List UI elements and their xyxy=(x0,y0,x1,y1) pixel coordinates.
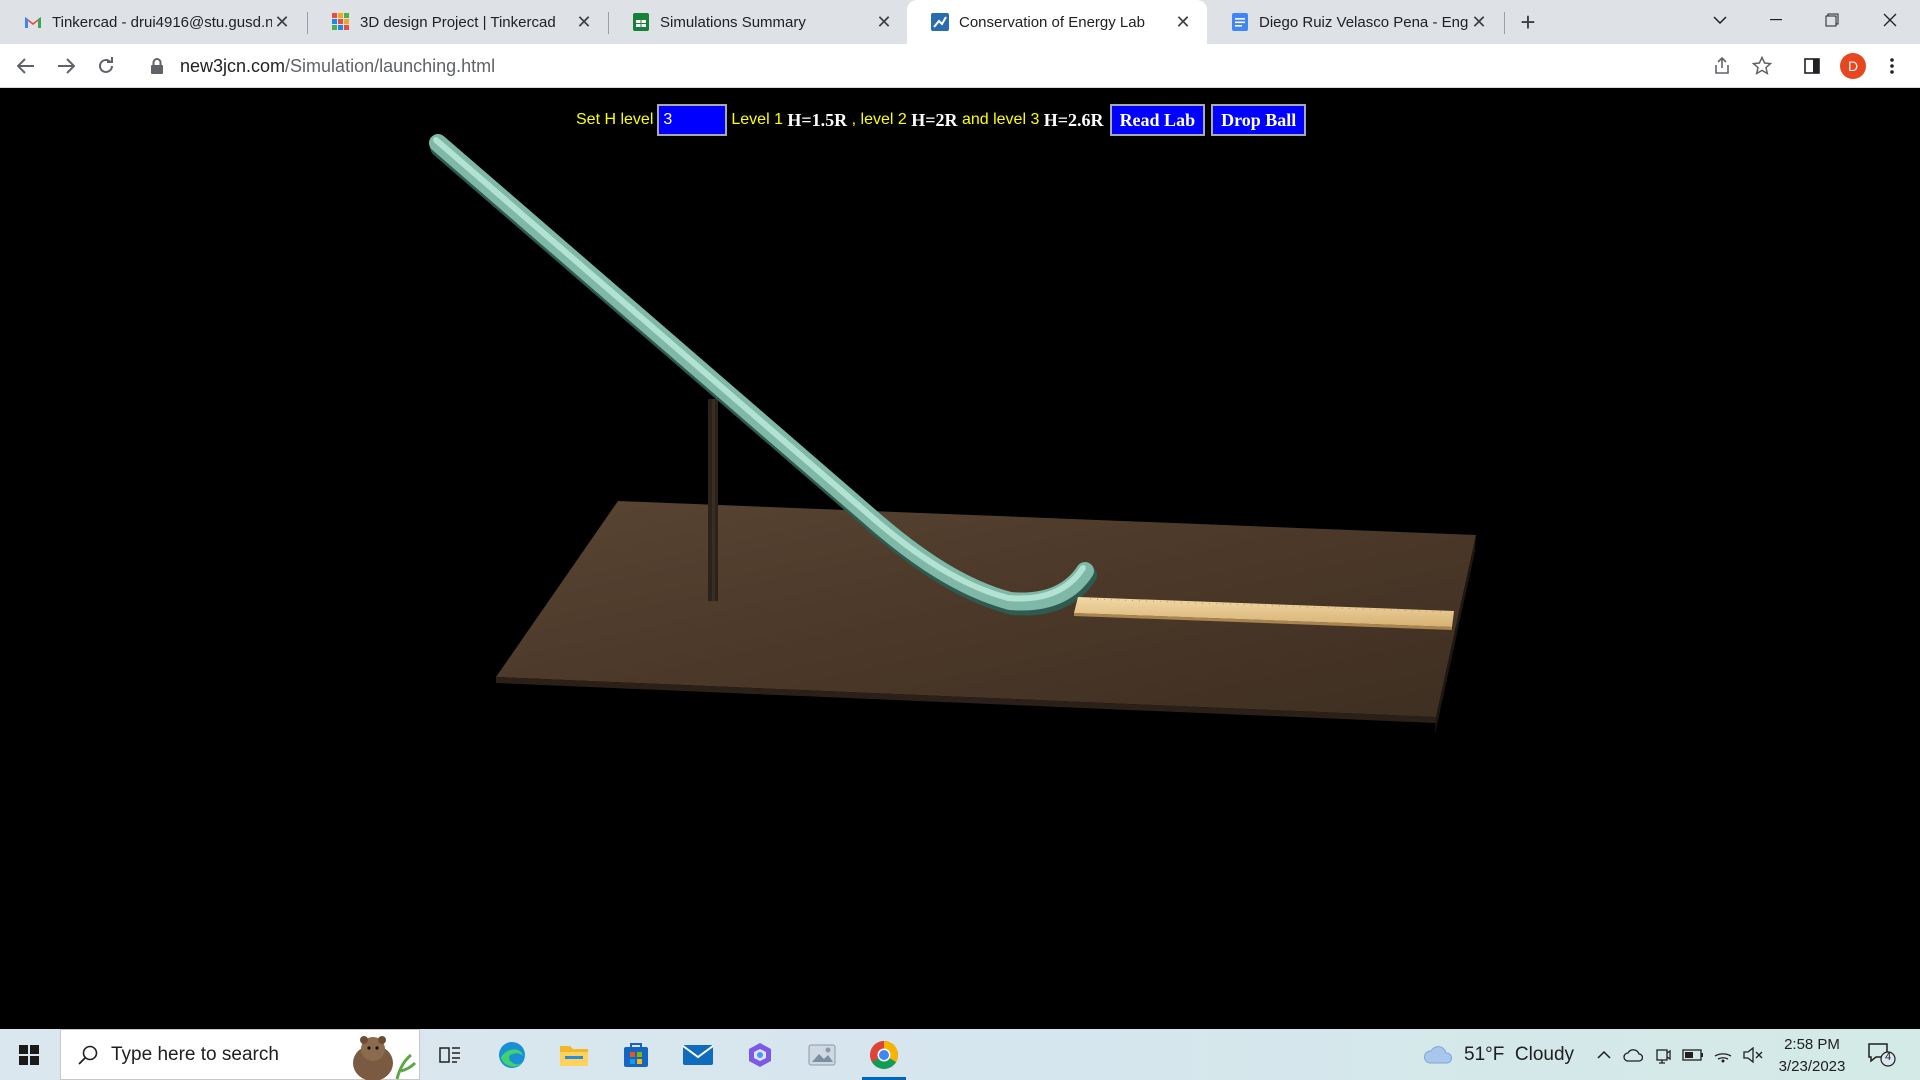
tab-title: Conservation of Energy Lab xyxy=(959,13,1145,31)
clock-time: 2:58 PM xyxy=(1784,1036,1840,1053)
back-button[interactable] xyxy=(10,50,42,82)
search-highlight-bear-icon xyxy=(353,1036,417,1080)
close-window-button[interactable] xyxy=(1862,0,1918,40)
level2-label: , level 2 xyxy=(851,111,907,128)
windows-start-button[interactable] xyxy=(0,1029,58,1080)
restore-button[interactable] xyxy=(1804,0,1860,40)
set-h-label: Set H level xyxy=(576,111,654,128)
tab-title: Simulations Summary xyxy=(660,13,806,31)
side-panel-icon[interactable] xyxy=(1798,52,1826,80)
simulation-page: Set H level Level 1 H=1.5R , level 2 H=2… xyxy=(0,89,1920,1029)
microsoft-store-icon[interactable] xyxy=(608,1029,664,1080)
new-tab-button[interactable]: + xyxy=(1514,7,1542,37)
speaker-muted-icon[interactable] xyxy=(1740,1029,1766,1080)
photos-app-icon[interactable] xyxy=(794,1029,850,1080)
search-placeholder: Type here to search xyxy=(111,1043,279,1065)
tab-separator xyxy=(1504,12,1505,34)
browser-toolbar: new3jcn.com/Simulation/launching.html D xyxy=(0,44,1920,88)
notification-center-button[interactable]: 4 xyxy=(1866,1041,1896,1067)
close-tab-icon[interactable]: ✕ xyxy=(1173,12,1193,32)
address-bar[interactable]: new3jcn.com/Simulation/launching.html xyxy=(136,48,1776,84)
level1-formula: H=1.5R xyxy=(787,109,848,130)
notification-count-badge: 4 xyxy=(1884,1051,1892,1063)
minimize-button[interactable] xyxy=(1748,0,1804,40)
tab-title: Tinkercad - drui4916@stu.gusd.n xyxy=(52,13,272,31)
menu-kebab-icon[interactable] xyxy=(1878,52,1906,80)
read-lab-button[interactable]: Read Lab xyxy=(1109,104,1206,136)
simulation-icon xyxy=(931,13,949,31)
tab-tinkercad[interactable]: 3D design Project | Tinkercad ✕ xyxy=(308,0,608,44)
browser-tab-strip: Tinkercad - drui4916@stu.gusd.n ✕ 3D des… xyxy=(0,0,1920,44)
url-path: /Simulation/launching.html xyxy=(285,55,496,76)
battery-icon[interactable] xyxy=(1680,1029,1706,1080)
tab-title: 3D design Project | Tinkercad xyxy=(360,13,556,31)
level3-label: and level 3 xyxy=(961,111,1040,128)
windows-logo-icon xyxy=(19,1044,39,1065)
show-hidden-icons-chevron-icon[interactable] xyxy=(1592,1029,1616,1080)
h-level-input[interactable] xyxy=(657,104,728,136)
tab-gmail[interactable]: Tinkercad - drui4916@stu.gusd.n ✕ xyxy=(0,0,306,44)
docs-icon xyxy=(1231,13,1249,31)
system-clock[interactable]: 2:58 PM 3/23/2023 xyxy=(1770,1034,1854,1078)
meet-now-icon[interactable] xyxy=(1650,1029,1676,1080)
close-tab-icon[interactable]: ✕ xyxy=(874,12,894,32)
task-view-icon[interactable] xyxy=(422,1029,478,1080)
drop-ball-button[interactable]: Drop Ball xyxy=(1211,104,1307,136)
tab-google-doc[interactable]: Diego Ruiz Velasco Pena - Engine ✕ xyxy=(1207,0,1503,44)
tinkercad-icon xyxy=(332,13,350,31)
gmail-icon xyxy=(24,13,42,31)
level1-label: Level 1 xyxy=(731,111,783,128)
close-tab-icon[interactable]: ✕ xyxy=(1469,12,1489,32)
share-icon[interactable] xyxy=(1708,52,1736,80)
simulation-scene xyxy=(429,134,1476,734)
tab-conservation-of-energy-lab[interactable]: Conservation of Energy Lab ✕ xyxy=(907,0,1207,44)
clock-date: 3/23/2023 xyxy=(1778,1058,1846,1075)
url-text: new3jcn.com/Simulation/launching.html xyxy=(180,56,495,77)
close-tab-icon[interactable]: ✕ xyxy=(574,12,594,32)
weather-temperature: 51°F xyxy=(1464,1043,1505,1065)
taskbar-search-box[interactable]: Type here to search xyxy=(60,1029,420,1080)
level3-formula: H=2.6R xyxy=(1043,109,1104,130)
file-explorer-icon[interactable] xyxy=(546,1029,602,1080)
search-icon xyxy=(78,1045,98,1065)
profile-avatar[interactable]: D xyxy=(1840,53,1866,79)
copilot-app-icon[interactable] xyxy=(732,1029,788,1080)
weather-widget[interactable]: 51°F Cloudy xyxy=(1422,1029,1574,1080)
bookmark-star-icon[interactable] xyxy=(1748,52,1776,80)
forward-button[interactable] xyxy=(50,50,82,82)
sheets-icon xyxy=(632,13,650,31)
weather-description: Cloudy xyxy=(1514,1043,1575,1065)
tab-search-chevron-icon[interactable] xyxy=(1692,0,1748,40)
chrome-browser-icon[interactable] xyxy=(856,1029,912,1080)
lock-icon xyxy=(150,58,164,74)
simulation-controls: Set H level Level 1 H=1.5R , level 2 H=2… xyxy=(576,104,1307,136)
onedrive-cloud-icon[interactable] xyxy=(1620,1029,1646,1080)
cloud-icon xyxy=(1424,1045,1453,1063)
mail-icon[interactable] xyxy=(670,1029,726,1080)
close-tab-icon[interactable]: ✕ xyxy=(272,12,292,32)
reload-button[interactable] xyxy=(90,50,122,82)
url-host: new3jcn.com xyxy=(180,55,286,76)
wifi-icon[interactable] xyxy=(1710,1029,1736,1080)
tab-title: Diego Ruiz Velasco Pena - Engine xyxy=(1259,13,1469,31)
edge-browser-icon[interactable] xyxy=(484,1029,540,1080)
level2-formula: H=2R xyxy=(911,109,958,130)
tab-simulations-summary[interactable]: Simulations Summary ✕ xyxy=(608,0,908,44)
windows-taskbar: Type here to search 51°F Cloudy 2:58 PM … xyxy=(0,1029,1920,1080)
support-post xyxy=(708,399,718,601)
